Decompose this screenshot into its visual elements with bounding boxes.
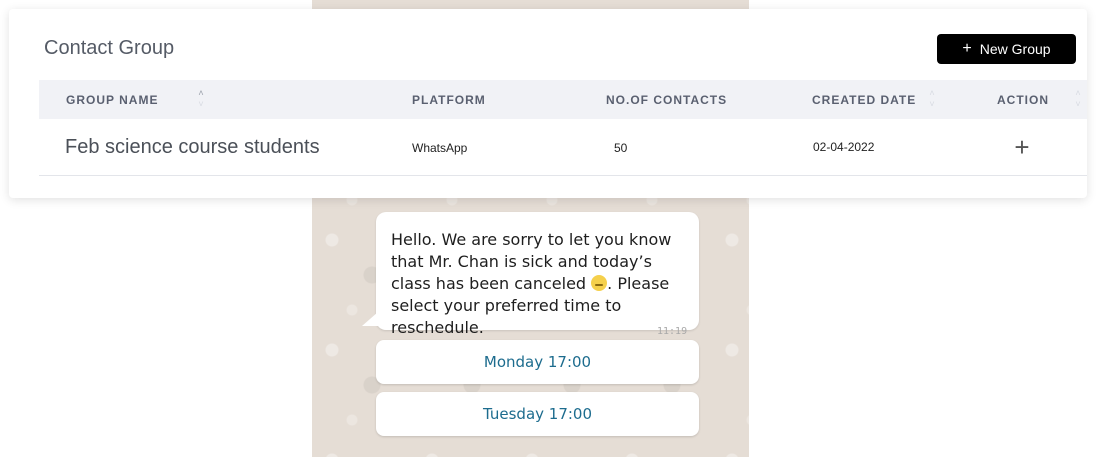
sad-face-emoji-icon — [591, 275, 608, 291]
contacts-cell: 50 — [614, 140, 628, 155]
table-header: GROUP NAME ˄ ˅ PLATFORM NO.OF CONTACTS CR… — [39, 80, 1087, 119]
new-group-button[interactable]: + New Group — [937, 34, 1076, 64]
table-row[interactable]: Feb science course students WhatsApp 50 … — [39, 119, 1087, 176]
message-bubble: Hello. We are sorry to let you know that… — [376, 212, 699, 337]
column-header-platform[interactable]: PLATFORM — [412, 80, 486, 119]
option-button-monday[interactable]: Monday 17:00 — [376, 340, 699, 384]
page: Hello. We are sorry to let you know that… — [0, 0, 1103, 457]
option-button-tuesday[interactable]: Tuesday 17:00 — [376, 392, 699, 436]
new-group-label: New Group — [979, 41, 1051, 57]
plus-icon: + — [962, 40, 972, 57]
sort-icon[interactable]: ˄ ˅ — [927, 89, 937, 109]
platform-cell: WhatsApp — [412, 140, 468, 155]
add-action-icon[interactable]: + — [1010, 134, 1034, 160]
message-time: 11:19 — [657, 326, 688, 337]
column-header-contacts[interactable]: NO.OF CONTACTS — [606, 80, 727, 119]
bubble-tail — [362, 312, 378, 326]
column-header-action: ACTION — [997, 92, 1049, 107]
page-title: Contact Group — [44, 37, 175, 59]
contact-group-card: Contact Group + New Group GROUP NAME ˄ ˅ … — [9, 9, 1087, 198]
column-header-group-name[interactable]: GROUP NAME — [66, 80, 158, 119]
created-date-cell: 02-04-2022 — [813, 139, 875, 154]
sort-icon[interactable]: ˄ ˅ — [196, 89, 206, 109]
column-header-created-date[interactable]: CREATED DATE — [812, 80, 916, 119]
group-name-cell: Feb science course students — [65, 136, 320, 158]
sort-icon[interactable]: ˄ ˅ — [1073, 89, 1083, 109]
